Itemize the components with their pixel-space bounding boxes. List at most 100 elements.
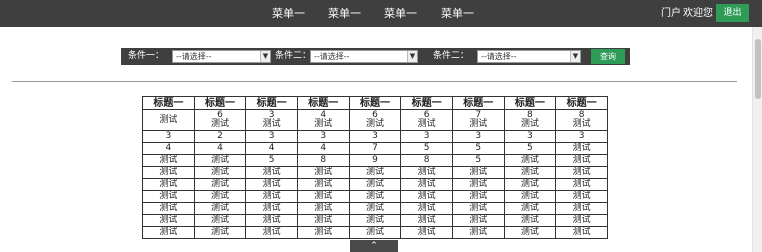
condition-1-select[interactable]: --请选择-- ▼: [172, 50, 271, 63]
menu-item-2[interactable]: 菜单一: [328, 0, 361, 27]
table-cell: 测试: [451, 166, 505, 179]
table-cell: 4: [296, 142, 350, 155]
table-cell: 测试: [451, 178, 505, 191]
table-cell: 2: [193, 130, 247, 143]
table-row: 测试 测试 测试 测试 测试 测试 测试 测试 测试: [142, 166, 608, 179]
table-cell: 测试: [142, 178, 195, 191]
table-cell: 测试: [503, 166, 557, 179]
table-row: 测试 6 测试 3 测试 4 测试 6 测试 6 测试 7 测试 8 测试 8 测试: [142, 109, 608, 131]
table-cell: 测试: [193, 214, 247, 227]
menu-item-3[interactable]: 菜单一: [384, 0, 417, 27]
back-to-top-button[interactable]: ⌃: [350, 240, 398, 252]
table-cell: 测试: [296, 202, 350, 215]
table-cell: 7 测试: [451, 109, 505, 131]
table-cell: 3: [348, 130, 402, 143]
table-cell: 测试: [555, 142, 608, 155]
menu-item-1[interactable]: 菜单一: [272, 0, 305, 27]
table-cell: 测试: [555, 154, 608, 167]
table-cell: 测试: [245, 214, 298, 227]
table-row: 测试 测试 测试 测试 测试 测试 测试 测试 测试: [142, 178, 608, 191]
table-cell: 4: [193, 142, 247, 155]
table-cell: 8: [296, 154, 350, 167]
condition-2-label: 条件二：: [275, 51, 312, 61]
chevron-down-icon: ▼: [407, 51, 417, 62]
condition-1-label: 条件一：: [128, 51, 165, 61]
table-row: 323333333: [142, 130, 608, 143]
table-cell: 测试: [348, 226, 402, 239]
table-cell: 3: [555, 130, 608, 143]
table-cell: 5: [451, 154, 505, 167]
table-row: 测试 测试 测试 测试 测试 测试 测试 测试 测试: [142, 226, 608, 239]
table-row: 测试 测试 测试 测试 测试 测试 测试 测试 测试: [142, 190, 608, 203]
table-cell: 测试: [245, 166, 298, 179]
filter-bar: 条件一： --请选择-- ▼ 条件二： --请选择-- ▼ 条件二： --请选择…: [121, 48, 630, 65]
table-cell: 6 测试: [348, 109, 402, 131]
table-cell: 测试: [555, 190, 608, 203]
column-header: 标题一: [296, 96, 350, 110]
table-cell: 测试: [142, 109, 195, 131]
table-cell: 8: [400, 154, 453, 167]
table-cell: 6 测试: [400, 109, 453, 131]
table-cell: 测试: [451, 214, 505, 227]
column-header: 标题一: [142, 96, 195, 110]
condition-2-value: --请选择--: [314, 52, 350, 61]
table-cell: 测试: [555, 214, 608, 227]
chevron-up-icon: ⌃: [370, 241, 378, 251]
table-cell: 测试: [400, 226, 453, 239]
table-cell: 测试: [400, 202, 453, 215]
table-cell: 3: [296, 130, 350, 143]
table-cell: 测试: [503, 190, 557, 203]
column-header: 标题一: [348, 96, 402, 110]
table-cell: 测试: [193, 166, 247, 179]
table-cell: 测试: [296, 190, 350, 203]
table-cell: 测试: [296, 226, 350, 239]
chevron-down-icon: ▼: [260, 51, 270, 62]
exit-button[interactable]: 退出: [716, 4, 749, 22]
table-cell: 测试: [555, 202, 608, 215]
table-cell: 测试: [193, 226, 247, 239]
table-cell: 测试: [142, 226, 195, 239]
table-cell: 3 测试: [245, 109, 298, 131]
table-cell: 测试: [245, 178, 298, 191]
table-cell: 7: [348, 142, 402, 155]
table-cell: 测试: [503, 214, 557, 227]
column-header: 标题一: [245, 96, 298, 110]
column-header: 标题一: [503, 96, 557, 110]
table-cell: 5: [400, 142, 453, 155]
table-cell: 测试: [451, 226, 505, 239]
vertical-scrollbar[interactable]: [752, 27, 762, 252]
condition-3-select[interactable]: --请选择-- ▼: [477, 50, 581, 63]
table-cell: 9: [348, 154, 402, 167]
portal-link[interactable]: 门户: [661, 0, 681, 27]
table-cell: 测试: [245, 202, 298, 215]
table-row: 测试 测试 测试 测试 测试 测试 测试 测试 测试: [142, 214, 608, 227]
table-cell: 测试: [503, 226, 557, 239]
query-button[interactable]: 查询: [591, 49, 625, 64]
table-cell: 测试: [296, 214, 350, 227]
table-cell: 测试: [503, 202, 557, 215]
table-cell: 测试: [348, 190, 402, 203]
table-cell: 测试: [400, 166, 453, 179]
scrollbar-thumb[interactable]: [755, 39, 761, 99]
table-cell: 5: [451, 142, 505, 155]
table-cell: 测试: [400, 190, 453, 203]
column-header: 标题一: [193, 96, 247, 110]
table-cell: 8 测试: [555, 109, 608, 131]
table-cell: 测试: [193, 178, 247, 191]
table-cell: 4: [245, 142, 298, 155]
menu-item-4[interactable]: 菜单一: [441, 0, 474, 27]
table-cell: 测试: [555, 166, 608, 179]
table-cell: 测试: [348, 202, 402, 215]
table-cell: 测试: [245, 226, 298, 239]
table-cell: 测试: [555, 178, 608, 191]
table-cell: 3: [142, 130, 195, 143]
table-cell: 测试: [348, 166, 402, 179]
condition-3-value: --请选择--: [481, 52, 517, 61]
table-row: 测试 测试 测试 测试 测试 测试 测试 测试 测试: [142, 202, 608, 215]
data-table: 标题一 标题一 标题一 标题一 标题一 标题一 标题一 标题一 标题一 测试 6 测试 3 测试 4 测试 6…: [142, 96, 608, 239]
condition-2-select[interactable]: --请选择-- ▼: [310, 50, 418, 63]
table-cell: 测试: [503, 154, 557, 167]
table-cell: 测试: [503, 178, 557, 191]
table-cell: 8 测试: [503, 109, 557, 131]
table-cell: 测试: [142, 166, 195, 179]
